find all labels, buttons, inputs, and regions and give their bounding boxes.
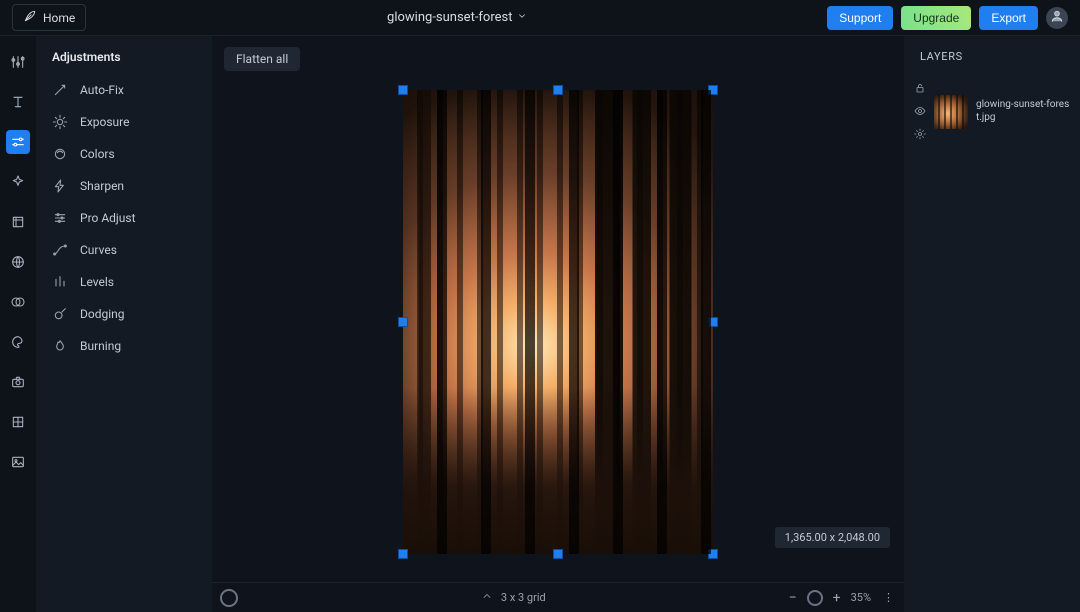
adj-label: Dodging: [80, 307, 125, 321]
redo-button[interactable]: [864, 50, 882, 68]
adj-label: Auto-Fix: [80, 83, 124, 97]
adjustments-tool-icon[interactable]: [6, 130, 30, 154]
levels-tool-icon[interactable]: [6, 50, 30, 74]
resize-handle-tl[interactable]: [398, 85, 408, 95]
resize-handle-tm[interactable]: [553, 85, 563, 95]
palette-tool-icon[interactable]: [6, 330, 30, 354]
zoom-readout: 35%: [851, 591, 871, 604]
sliders-icon: [52, 210, 68, 226]
curves-icon: [52, 242, 68, 258]
grid-tool-icon[interactable]: [6, 410, 30, 434]
burn-icon: [52, 338, 68, 354]
feather-icon: [23, 9, 37, 26]
next-layer-button[interactable]: [890, 320, 904, 344]
chevron-up-icon: [481, 590, 493, 605]
layer-thumbnail: [934, 95, 968, 129]
resize-handle-bm[interactable]: [553, 549, 563, 559]
layer-row[interactable]: glowing-sunset-forest.jpg: [904, 73, 1080, 150]
adj-label: Curves: [80, 243, 117, 257]
adj-label: Pro Adjust: [80, 211, 136, 225]
support-button[interactable]: Support: [827, 6, 893, 30]
lock-icon[interactable]: [914, 79, 926, 98]
file-name-dropdown[interactable]: glowing-sunset-forest: [86, 10, 827, 25]
adj-label: Sharpen: [80, 179, 124, 193]
tool-rail: [0, 36, 36, 612]
transform-tool-icon[interactable]: [6, 210, 30, 234]
adjustments-title: Adjustments: [36, 50, 212, 74]
text-tool-icon[interactable]: [6, 90, 30, 114]
home-button[interactable]: Home: [12, 4, 86, 31]
more-vertical-icon: ⋮: [883, 591, 894, 604]
canvas-stage[interactable]: 1,365.00 x 2,048.00: [212, 82, 904, 582]
resize-handle-mr[interactable]: [708, 317, 718, 327]
upgrade-button[interactable]: Upgrade: [901, 6, 971, 30]
adj-item-levels[interactable]: Levels: [36, 266, 212, 298]
adjustments-panel: Adjustments Auto-Fix Exposure Colors Sha…: [36, 36, 212, 612]
adj-item-exposure[interactable]: Exposure: [36, 106, 212, 138]
levels-icon: [52, 274, 68, 290]
account-avatar[interactable]: [1046, 7, 1068, 29]
camera-tool-icon[interactable]: [6, 370, 30, 394]
image-tool-icon[interactable]: [6, 450, 30, 474]
export-button[interactable]: Export: [979, 6, 1038, 30]
zoom-reset-button[interactable]: [807, 590, 823, 606]
eye-icon[interactable]: [914, 102, 926, 121]
gear-icon[interactable]: [914, 125, 926, 144]
zoom-out-button[interactable]: −: [789, 590, 797, 606]
adj-item-proadjust[interactable]: Pro Adjust: [36, 202, 212, 234]
chevron-down-icon: [517, 10, 527, 25]
layer-name: glowing-sunset-forest.jpg: [976, 99, 1070, 124]
flatten-all-button[interactable]: Flatten all: [224, 47, 300, 71]
adj-item-burning[interactable]: Burning: [36, 330, 212, 362]
adj-item-sharpen[interactable]: Sharpen: [36, 170, 212, 202]
adj-item-colors[interactable]: Colors: [36, 138, 212, 170]
layers-panel: LAYERS glowing-sunset-forest.jpg: [904, 36, 1080, 612]
resize-handle-br[interactable]: [708, 549, 718, 559]
layers-title: LAYERS: [904, 36, 1080, 73]
adj-label: Levels: [80, 275, 114, 289]
home-label: Home: [43, 11, 75, 25]
resize-handle-tr[interactable]: [708, 85, 718, 95]
globe-tool-icon[interactable]: [6, 250, 30, 274]
orb-icon: [52, 146, 68, 162]
undo-button[interactable]: [832, 50, 850, 68]
color-swatch-foreground[interactable]: [220, 589, 238, 607]
adj-item-dodging[interactable]: Dodging: [36, 298, 212, 330]
adj-item-autofix[interactable]: Auto-Fix: [36, 74, 212, 106]
sun-icon: [52, 114, 68, 130]
adj-item-curves[interactable]: Curves: [36, 234, 212, 266]
wand-icon: [52, 82, 68, 98]
bolt-icon: [52, 178, 68, 194]
adj-label: Colors: [80, 147, 115, 161]
grid-label: 3 x 3 grid: [501, 591, 546, 604]
canvas-image[interactable]: [403, 90, 713, 554]
adj-label: Burning: [80, 339, 121, 353]
effects-tool-icon[interactable]: [6, 170, 30, 194]
zoom-in-button[interactable]: +: [833, 590, 841, 606]
zoom-more-button[interactable]: ⋮: [881, 591, 896, 604]
resize-handle-ml[interactable]: [398, 317, 408, 327]
file-name-text: glowing-sunset-forest: [387, 10, 512, 25]
adj-label: Exposure: [80, 115, 129, 129]
dodge-icon: [52, 306, 68, 322]
canvas-area: Flatten all: [212, 36, 904, 612]
grid-toggle[interactable]: 3 x 3 grid: [481, 590, 546, 605]
resize-handle-bl[interactable]: [398, 549, 408, 559]
mask-tool-icon[interactable]: [6, 290, 30, 314]
user-icon: [1050, 8, 1064, 27]
dimensions-readout: 1,365.00 x 2,048.00: [775, 527, 890, 548]
